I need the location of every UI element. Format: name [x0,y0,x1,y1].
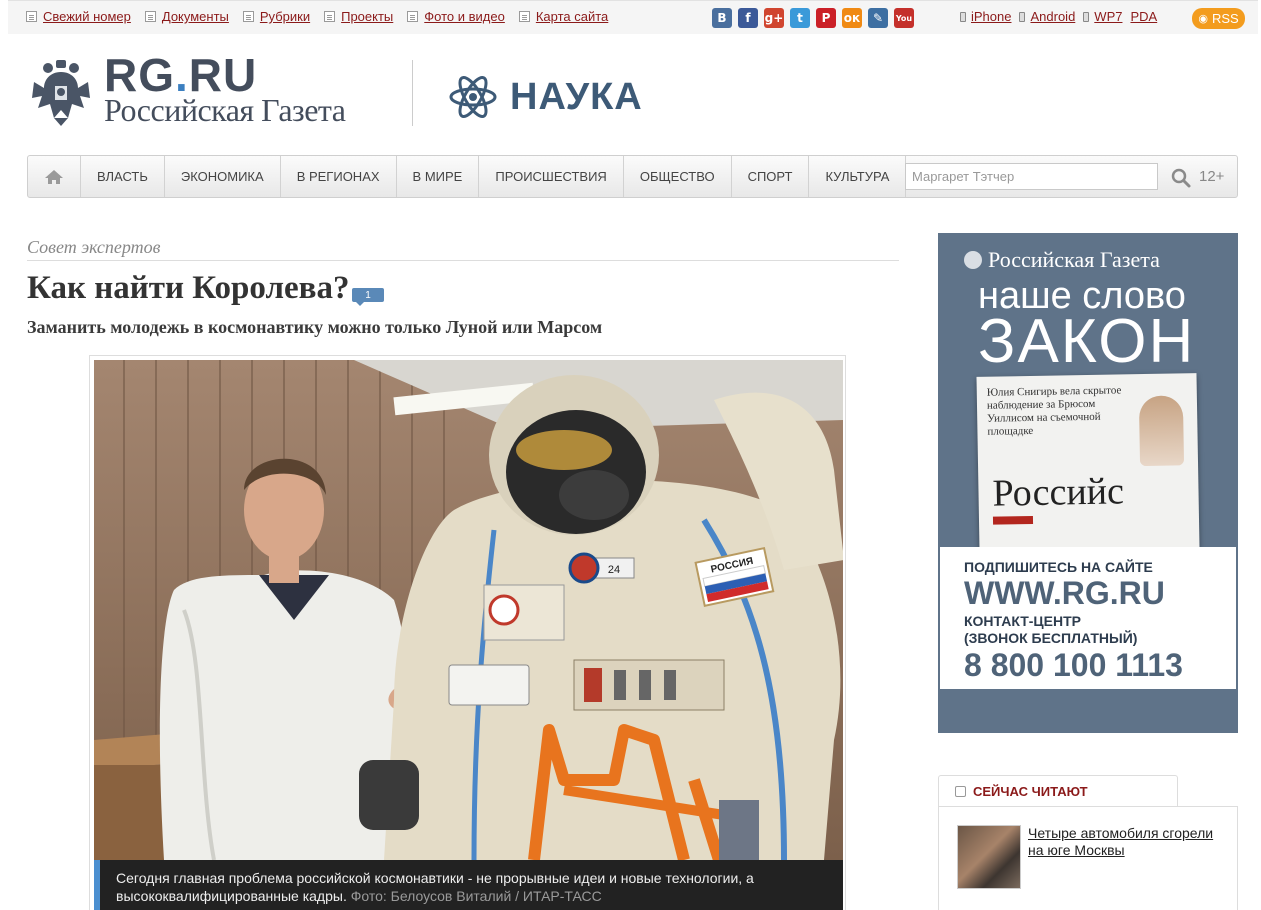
film-icon [407,11,419,22]
social-links: Вf g+ t Pок ✎ You [712,8,914,28]
comments-count-badge[interactable]: 1 [352,288,384,306]
age-rating-badge: 12+ [1199,168,1225,185]
mobile-versions: iPhone Android WP7 PDA [960,9,1165,24]
mobile-link-android[interactable]: Android [1019,9,1075,24]
news-title-link[interactable]: Четыре автомобиля сгорели на юге Москвы [1028,825,1218,889]
rubric-divider [27,260,899,261]
ad-paper-masthead: Российс [992,470,1125,515]
now-reading-list: Четыре автомобиля сгорели на юге Москвы [938,806,1238,910]
photo-caption: Сегодня главная проблема российской косм… [94,860,843,910]
livejournal-icon[interactable]: ✎ [868,8,888,28]
article-rubric[interactable]: Совет экспертов [27,237,160,258]
nav-item-world[interactable]: В МИРЕ [397,156,480,197]
atom-icon [449,76,497,118]
phone-icon [1083,11,1090,22]
ad-phone-number: 8 800 100 1113 [964,647,1183,683]
ad-paper-red-bar [992,515,1034,525]
search-input[interactable] [905,163,1158,190]
home-icon [45,169,63,184]
facebook-icon[interactable]: f [738,8,758,28]
nav-item-culture[interactable]: КУЛЬТУРА [809,156,907,197]
ad-contact-box: ПОДПИШИТЕСЬ НА САЙТЕ WWW.RG.RU КОНТАКТ-Ц… [940,547,1236,689]
youtube-icon[interactable]: You [894,8,914,28]
top-utility-bar: Свежий номер Документы Рубрики Проекты Ф… [8,0,1258,34]
ad-free-call: (ЗВОНОК БЕСПЛАТНЫЙ) [964,630,1138,646]
toplink-rubrics[interactable]: Рубрики [242,9,310,24]
nav-home-button[interactable] [28,156,81,197]
coat-of-arms-logo[interactable] [30,58,92,128]
rubrics-icon [242,11,254,22]
nav-item-sport[interactable]: СПОРТ [732,156,810,197]
sitemap-icon [518,11,530,22]
ad-paper-headline: Юлия Снигирь вела скрытое наблюдение за … [986,384,1122,438]
now-reading-widget: СЕЙЧАС ЧИТАЮТ Четыре автомобиля сгорели … [938,775,1238,910]
ad-slogan-line2: ЗАКОН [978,307,1196,376]
ad-newspaper-image: Юлия Снигирь вела скрытое наблюдение за … [976,373,1200,552]
article-subtitle: Заманить молодежь в космонавтику можно т… [27,317,603,337]
list-item[interactable]: Четыре автомобиля сгорели на юге Москвы [957,825,1218,889]
now-reading-tab[interactable]: СЕЙЧАС ЧИТАЮТ [938,775,1178,807]
main-navigation: ВЛАСТЬ ЭКОНОМИКА В РЕГИОНАХ В МИРЕ ПРОИС… [27,155,1238,198]
nav-item-incidents[interactable]: ПРОИСШЕСТВИЯ [479,156,624,197]
search-icon[interactable] [1170,167,1192,189]
subscription-ad-banner[interactable]: Российская Газета наше слово ЗАКОН Юлия … [938,233,1238,733]
rss-icon: ◉ [1198,13,1208,25]
twitter-icon[interactable]: t [790,8,810,28]
article-photo-frame: РОССИЯ 24 Сегодня главная проблема росси… [89,355,846,910]
ad-brand: Российская Газета [964,247,1160,273]
mobile-link-wp7[interactable]: WP7 [1083,9,1122,24]
pinterest-icon[interactable]: P [816,8,836,28]
ad-paper-photo [1138,395,1185,467]
vkontakte-icon[interactable]: В [712,8,732,28]
site-logo-subtitle[interactable]: Российская Газета [104,94,346,126]
nav-item-regions[interactable]: В РЕГИОНАХ [281,156,397,197]
odnoklassniki-icon[interactable]: ок [842,8,862,28]
photo-spacesuit-illustration: РОССИЯ 24 [94,360,843,860]
suit-number-text: 24 [608,564,620,576]
article-headline: Как найти Королева? [27,270,350,306]
masthead-divider [412,60,413,126]
toplink-documents[interactable]: Документы [144,9,229,24]
ad-site-url: WWW.RG.RU [964,575,1165,611]
nav-item-society[interactable]: ОБЩЕСТВО [624,156,732,197]
document-icon [144,11,156,22]
section-title[interactable]: НАУКА [510,78,643,116]
ad-subscribe-text: ПОДПИШИТЕСЬ НА САЙТЕ [964,559,1153,575]
toplink-photo-video[interactable]: Фото и видео [407,9,505,24]
projects-icon [324,11,336,22]
phone-icon [1019,11,1026,22]
google-plus-icon[interactable]: g+ [764,8,784,28]
nav-item-power[interactable]: ВЛАСТЬ [81,156,165,197]
mobile-link-iphone[interactable]: iPhone [960,9,1011,24]
ad-contact-center: КОНТАКТ-ЦЕНТР [964,613,1081,629]
phone-icon [960,11,966,22]
mobile-link-pda[interactable]: PDA [1130,9,1157,24]
nav-item-economy[interactable]: ЭКОНОМИКА [165,156,281,197]
newspaper-icon [26,11,37,22]
article-photo[interactable]: РОССИЯ 24 [94,360,843,860]
rss-button[interactable]: ◉ RSS [1192,8,1245,29]
toplink-sitemap[interactable]: Карта сайта [518,9,608,24]
news-thumbnail[interactable] [957,825,1021,889]
toplink-projects[interactable]: Проекты [324,9,393,24]
top-links: Свежий номер Документы Рубрики Проекты Ф… [26,9,622,24]
photo-credit: Фото: Белоусов Виталий / ИТАР-ТАСС [350,888,602,904]
toplink-fresh-issue[interactable]: Свежий номер [26,9,131,24]
thumbs-up-icon [955,786,966,797]
eagle-emblem-icon [964,251,982,269]
